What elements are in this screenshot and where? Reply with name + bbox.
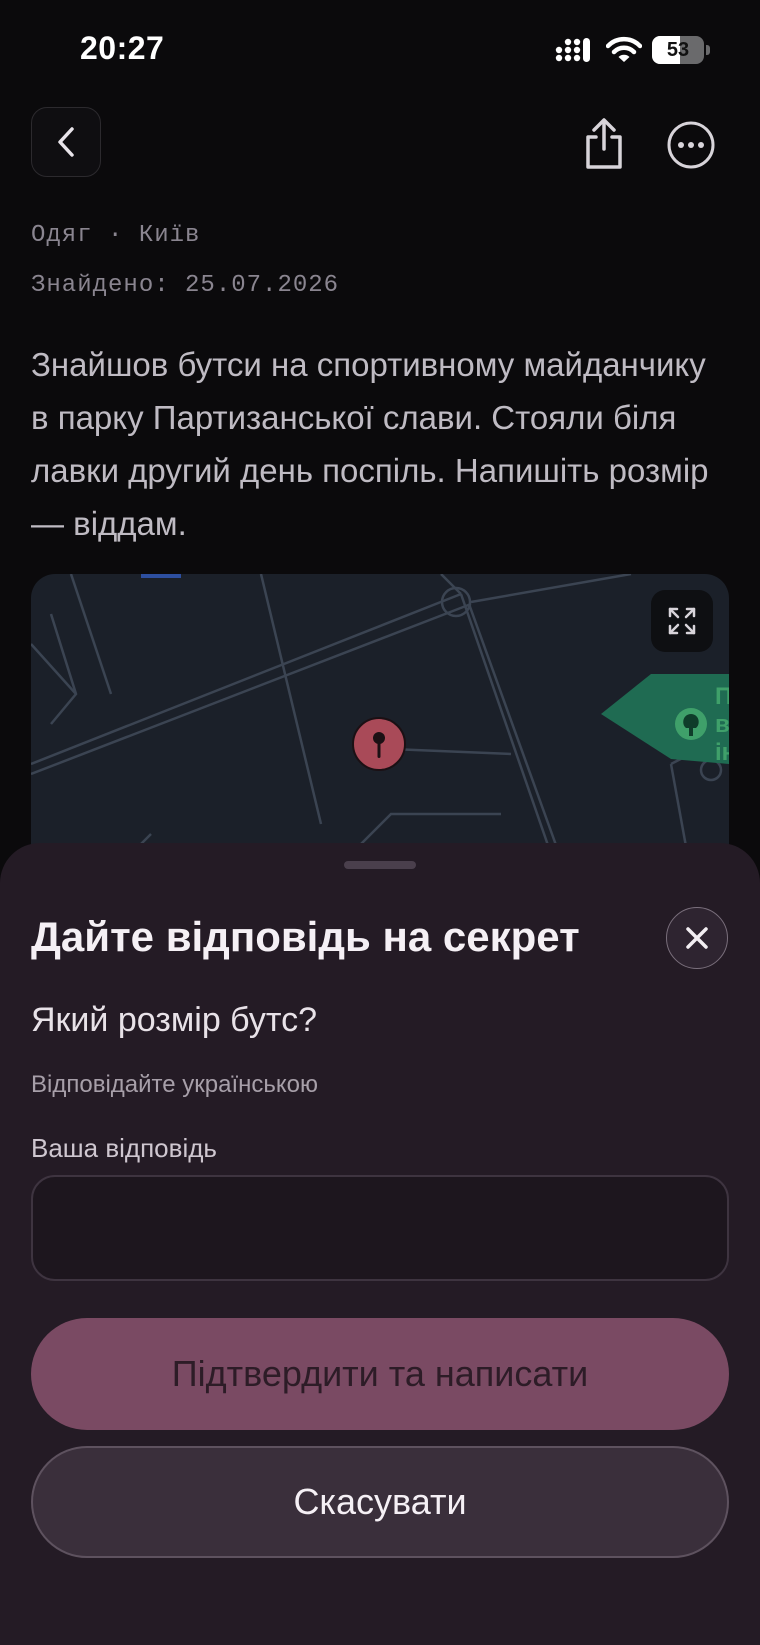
chevron-left-icon: [58, 127, 74, 157]
map-pin-icon: [352, 717, 406, 771]
sheet-title: Дайте відповідь на секрет: [31, 913, 580, 960]
item-category-location: Одяг · Київ: [31, 222, 201, 249]
close-sheet-button[interactable]: [666, 907, 728, 969]
status-time: 20:27: [80, 30, 165, 66]
wifi-icon: [606, 36, 642, 62]
location-map[interactable]: П в ін: [31, 574, 729, 874]
item-description: Знайшов бутси на спортивному майданчику …: [31, 346, 709, 542]
more-horizontal-icon: [667, 121, 715, 169]
battery-percent: 53: [666, 39, 690, 61]
cellular-signal-icon: [555, 38, 590, 62]
answer-input[interactable]: [31, 1175, 729, 1281]
sheet-grabber[interactable]: [344, 861, 416, 869]
close-icon: [686, 927, 708, 949]
more-button[interactable]: [666, 120, 716, 170]
status-bar: 20:27 53: [0, 0, 760, 100]
confirm-and-message-button[interactable]: Підтвердити та написати: [31, 1318, 729, 1430]
answer-field-label: Ваша відповідь: [31, 1133, 217, 1163]
svg-text:ін: ін: [715, 739, 729, 766]
secret-answer-sheet: Дайте відповідь на секрет Який розмір бу…: [0, 843, 760, 1645]
expand-icon: [668, 607, 696, 635]
share-button[interactable]: [580, 116, 628, 172]
answer-hint: Відповідайте українською: [31, 1071, 319, 1098]
secret-question: Який розмір бутс?: [31, 1001, 317, 1039]
expand-map-button[interactable]: [651, 590, 713, 652]
share-icon: [586, 118, 622, 169]
battery-icon: 53: [652, 36, 710, 64]
park-area: [601, 674, 729, 764]
cancel-button[interactable]: Скасувати: [31, 1446, 729, 1558]
item-found-date: Знайдено: 25.07.2026: [31, 272, 340, 299]
svg-text:П: П: [715, 683, 729, 710]
svg-text:в: в: [715, 711, 729, 738]
back-button[interactable]: [31, 107, 101, 177]
